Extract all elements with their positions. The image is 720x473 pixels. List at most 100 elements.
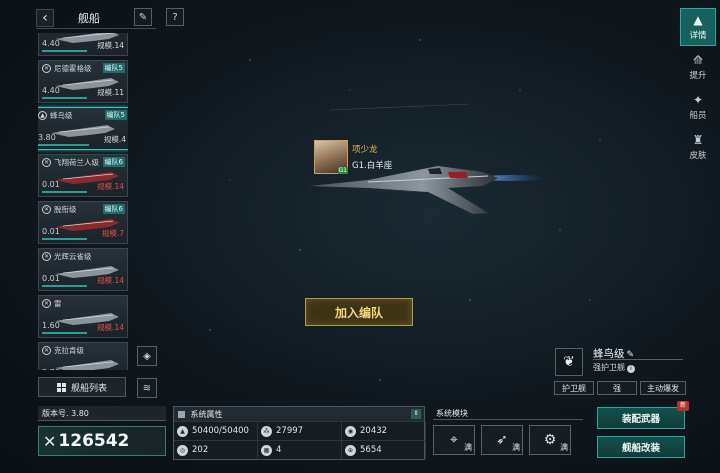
- nav-detail[interactable]: ▲ 详情: [680, 8, 716, 46]
- ship-card[interactable]: ✕ 尼德霍格级 编队5 4.40 规模.11: [38, 60, 128, 103]
- back-button[interactable]: ‹: [36, 9, 54, 27]
- filter-button[interactable]: ◈: [137, 346, 157, 366]
- nav-upgrade-label: 提升: [689, 71, 707, 81]
- attr-shield-value: 20432: [360, 426, 388, 436]
- ship-list-button[interactable]: 舰船列表: [38, 377, 126, 397]
- help-button[interactable]: ?: [166, 8, 184, 26]
- ship-card-name: 光辉云雀级: [54, 252, 92, 261]
- ship-thumbnail: [55, 360, 119, 370]
- ship-card-level: 0.01: [42, 274, 60, 283]
- equip-weapons-button[interactable]: 装配武器: [597, 407, 685, 429]
- ship-type-icon: ▲: [38, 111, 47, 120]
- checker-icon: ▦: [261, 444, 272, 456]
- brush-icon: ✎: [138, 11, 148, 23]
- ship-card[interactable]: ✕ 光辉云雀级 0.01 规模.14: [38, 248, 128, 291]
- nav-crew[interactable]: ✦ 船员: [680, 88, 716, 126]
- ship-card-progress: [42, 50, 87, 52]
- ship-card-level: 0.01: [42, 180, 60, 189]
- ship-card-fleet: 编队6: [102, 157, 125, 167]
- new-badge: 新: [677, 401, 689, 411]
- attr-checker: ▦ 4: [258, 440, 342, 459]
- expand-toggle-icon[interactable]: ⇕: [411, 409, 421, 419]
- combat-power: ✕ 126542: [38, 426, 166, 456]
- module-slot-2[interactable]: ➶ 满: [481, 425, 523, 455]
- ship-card-name: 尼德霍格级: [54, 64, 92, 73]
- attr-armor: ▲ 50400/50400: [174, 421, 258, 440]
- ship-card-fleet: 编队6: [102, 204, 125, 214]
- tag-escort: 护卫舰: [554, 381, 594, 395]
- ship-type-icon: ✕: [42, 64, 51, 73]
- attr-target-value: 5654: [360, 445, 382, 455]
- target-icon: ⊕: [345, 444, 356, 456]
- ship-card-name: 雷: [54, 299, 62, 308]
- ship-card-scale: 规模.10: [97, 369, 124, 370]
- ship-card[interactable]: ✕ 脫衔级 编队6 0.01 规模.7: [38, 201, 128, 244]
- ship-card[interactable]: ✕克拉肯级 2.70 规模.10: [38, 342, 128, 370]
- page-title: 舰船: [78, 12, 100, 25]
- ship-tags: 护卫舰 强 主动爆发: [554, 381, 689, 395]
- missile-module-icon: ➶: [496, 432, 508, 448]
- ship-card-scale: 规模.11: [97, 88, 124, 97]
- nav-detail-label: 详情: [689, 31, 707, 41]
- ship-card-scale: 规模.7: [101, 229, 124, 238]
- ship-modify-button[interactable]: 舰船改装: [597, 436, 685, 458]
- ship-type-icon: ✕: [42, 346, 51, 355]
- module-slot-3[interactable]: ⚙ 满: [529, 425, 571, 455]
- turret-module-icon: ⚙: [543, 432, 557, 448]
- crosshair-module-icon: ⌖: [450, 432, 458, 448]
- attr-radar: ◎ 202: [174, 440, 258, 459]
- info-icon[interactable]: i: [627, 365, 635, 373]
- ship-card[interactable]: ▲ 蜂鸟级 编队5 3.80 规模.4: [38, 107, 128, 150]
- ship-card-name: 脫衔级: [54, 205, 77, 214]
- ship-card-progress: [38, 144, 89, 146]
- nav-skin[interactable]: ♜ 皮肤: [680, 128, 716, 166]
- nav-upgrade[interactable]: ⟰ 提升: [680, 48, 716, 86]
- ship-card[interactable]: ✕ 飞翔荷兰人级 编队6 0.01 规模.14: [38, 154, 128, 197]
- ship-list[interactable]: ✕4.40规模.14✕尼德霍格级编队54.40规模.11▲蜂鸟级编队53.80规…: [38, 33, 128, 370]
- module-slot-1[interactable]: ⌖ 满: [433, 425, 475, 455]
- attr-target: ⊕ 5654: [342, 440, 426, 459]
- system-attributes-panel: 系统属性 ⇕ ▲ 50400/50400 ⁂ 27997 ◉ 20432 ◎ 202 ▦…: [173, 406, 426, 460]
- ship-card-progress: [42, 332, 87, 334]
- ship-card-level: 4.40: [42, 39, 60, 48]
- module-slot-3-status: 满: [560, 443, 568, 452]
- panel-mark-icon: [178, 411, 185, 418]
- ship-card-scale: 规模.14: [97, 182, 124, 191]
- ship-card-level: 3.80: [38, 133, 56, 142]
- ship-card-level: 4.40: [42, 86, 60, 95]
- sort-button[interactable]: ≋: [137, 378, 157, 398]
- join-fleet-button[interactable]: 加入编队: [305, 298, 413, 326]
- crew-icon: ✦: [692, 93, 704, 107]
- attr-cluster-value: 27997: [276, 426, 304, 436]
- nav-crew-label: 船员: [689, 111, 707, 121]
- shield-icon: ◉: [345, 425, 356, 437]
- ship-card-name: 克拉肯级: [54, 346, 84, 355]
- ship-card-progress: [42, 97, 87, 99]
- ship-card[interactable]: ✕4.40规模.14: [38, 33, 128, 56]
- crossed-swords-icon: ✕: [43, 431, 57, 451]
- module-slot-1-status: 满: [464, 443, 472, 452]
- ship-card-progress: [42, 285, 87, 287]
- tag-burst: 主动爆发: [640, 381, 686, 395]
- nav-skin-label: 皮肤: [689, 151, 707, 161]
- brush-button[interactable]: ✎: [134, 8, 152, 26]
- ship-filter-icon: ◈: [143, 350, 151, 362]
- skin-icon: ♜: [692, 133, 704, 147]
- upgrade-icon: ⟰: [692, 53, 704, 67]
- ship-card-level: 1.60: [42, 321, 60, 330]
- ship-type-icon: ✕: [42, 158, 51, 167]
- ship-card-fleet: 编队5: [104, 110, 127, 120]
- armor-icon: ▲: [177, 425, 188, 437]
- attr-radar-value: 202: [192, 445, 209, 455]
- ship-card[interactable]: ✕ 雷 1.60 规模.14: [38, 295, 128, 338]
- ship-card-scale: 规模.14: [97, 276, 124, 285]
- main-ship-model[interactable]: [308, 160, 548, 216]
- wave-icon: ≋: [142, 382, 152, 394]
- module-slot-2-status: 满: [512, 443, 520, 452]
- ship-card-scale: 规模.14: [97, 41, 124, 50]
- attributes-title: 系统属性: [190, 410, 223, 419]
- ship-class-emblem: ❦: [555, 348, 583, 376]
- ship-type-icon: ✕: [42, 299, 51, 308]
- ship-card-scale: 规模.4: [103, 135, 126, 144]
- version-label: 版本号. 3.80: [38, 406, 166, 421]
